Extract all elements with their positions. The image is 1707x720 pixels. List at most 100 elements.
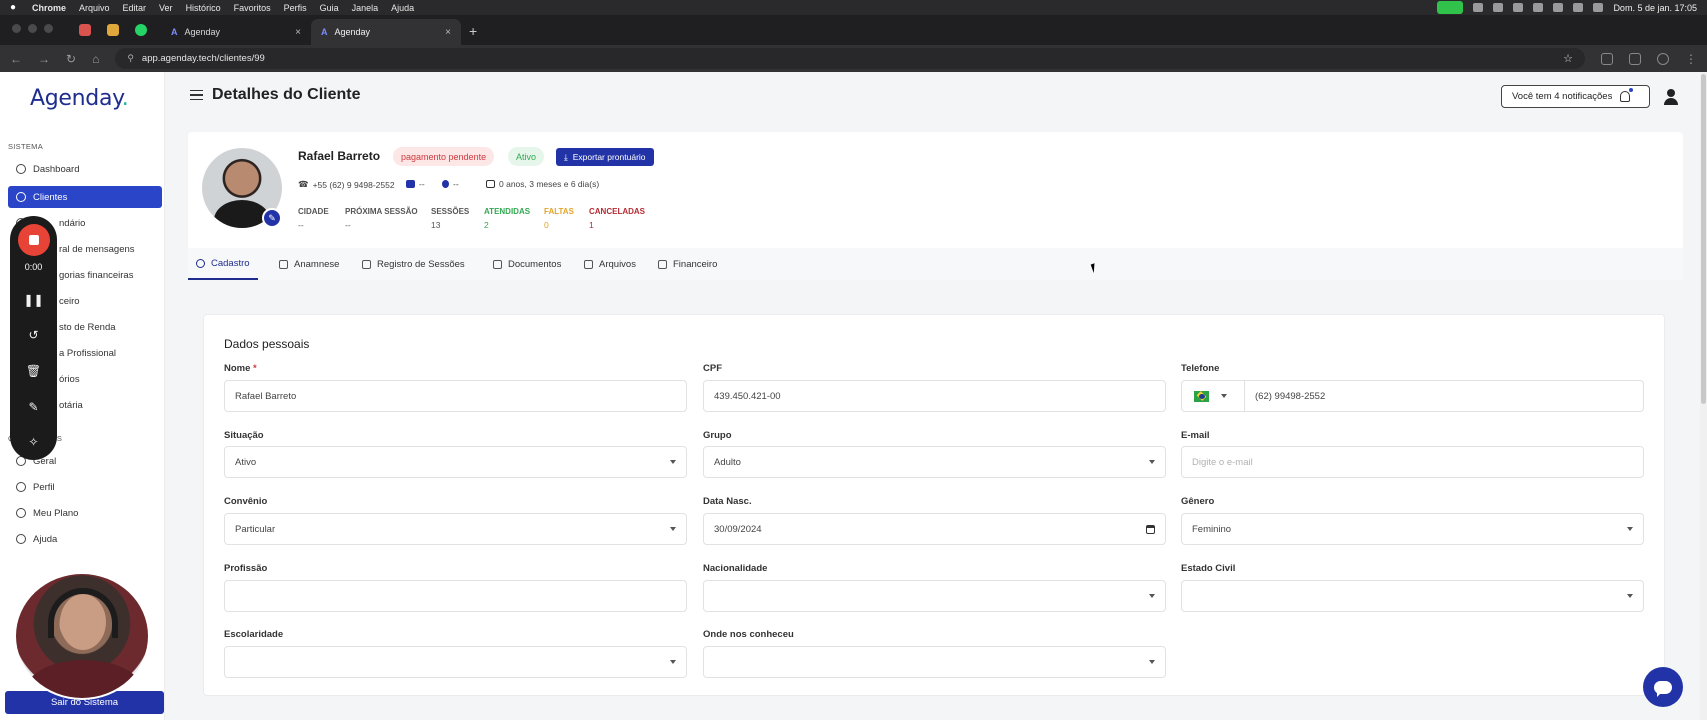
sidebar-item-label: Perfil <box>33 481 55 493</box>
export-record-button[interactable]: ⤓ Exportar prontuário <box>556 148 654 166</box>
minimize-window-icon[interactable] <box>28 24 37 33</box>
sidebar-item-label: Dashboard <box>33 163 80 175</box>
tab-label: Financeiro <box>673 258 718 270</box>
menu-ver[interactable]: Ver <box>159 3 173 13</box>
wifi-icon[interactable] <box>1553 3 1564 12</box>
cpf-input[interactable]: 439.450.421-00 <box>703 380 1166 412</box>
chat-support-button[interactable] <box>1643 667 1683 707</box>
genero-value: Feminino <box>1192 523 1232 535</box>
download-icon[interactable] <box>1629 52 1641 65</box>
menu-toggle-icon[interactable] <box>190 90 203 100</box>
sidebar-item-ajuda[interactable]: Ajuda <box>8 528 162 550</box>
trash-icon[interactable]: 🗑 <box>26 353 41 389</box>
battery-icon[interactable] <box>1533 3 1544 12</box>
notifications-button[interactable]: Você tem 4 notificações <box>1501 85 1650 108</box>
close-tab-icon[interactable]: × <box>295 27 301 38</box>
apple-icon[interactable]: ● <box>10 2 20 13</box>
menu-kebab-icon[interactable]: ⋮ <box>1685 52 1697 66</box>
agenday-logo[interactable]: Agenday. <box>30 86 129 111</box>
extensions-icon[interactable] <box>1601 52 1613 65</box>
back-icon[interactable]: ← <box>10 52 22 66</box>
menu-janela[interactable]: Janela <box>352 3 379 13</box>
calendar-icon[interactable] <box>1146 524 1155 534</box>
phone-icon: ☎ <box>298 179 309 189</box>
profissao-input[interactable] <box>224 580 687 612</box>
situacao-select[interactable]: Ativo <box>224 446 687 478</box>
pen-icon[interactable]: ✎ <box>28 389 38 425</box>
maximize-window-icon[interactable] <box>44 24 53 33</box>
escolaridade-select[interactable] <box>224 646 687 678</box>
menu-favoritos[interactable]: Favoritos <box>234 3 271 13</box>
profile-icon[interactable] <box>1657 52 1669 65</box>
genero-select[interactable]: Feminino <box>1181 513 1644 545</box>
pinned-tab-icon[interactable] <box>107 24 119 36</box>
menu-app[interactable]: Chrome <box>32 3 66 13</box>
tab-financeiro[interactable]: Financeiro <box>650 248 725 280</box>
close-tab-icon[interactable]: × <box>445 27 451 38</box>
menu-perfis[interactable]: Perfis <box>284 3 307 13</box>
pinned-tab-icon[interactable] <box>79 24 91 36</box>
scrollbar-thumb[interactable] <box>1701 74 1706 404</box>
estado-civil-select[interactable] <box>1181 580 1644 612</box>
extension-icon[interactable] <box>1493 3 1504 12</box>
country-code-select[interactable] <box>1181 380 1245 412</box>
nacionalidade-select[interactable] <box>703 580 1166 612</box>
telefone-input[interactable]: (62) 99498-2552 <box>1245 380 1644 412</box>
stop-recording-button[interactable] <box>17 224 50 256</box>
tab-arquivos[interactable]: Arquivos <box>576 248 644 280</box>
chevron-down-icon <box>670 527 676 531</box>
search-icon[interactable] <box>1573 3 1584 12</box>
settings-icon[interactable] <box>1513 3 1524 12</box>
home-icon[interactable]: ⌂ <box>92 52 99 66</box>
reload-icon[interactable]: ↻ <box>66 52 76 66</box>
audio-icon[interactable] <box>1473 3 1484 12</box>
stat-value: 13 <box>431 220 441 230</box>
tab-registro-sessoes[interactable]: Registro de Sessões <box>354 248 473 280</box>
site-info-icon[interactable]: ⚲ <box>127 53 134 64</box>
browser-tab-active[interactable]: A Agenday × <box>311 19 461 45</box>
close-window-icon[interactable] <box>12 24 21 33</box>
page-scrollbar[interactable] <box>1700 72 1707 720</box>
email-input[interactable]: Digite o e-mail <box>1181 446 1644 478</box>
browser-tab[interactable]: A Agenday × <box>161 19 311 45</box>
control-center-icon[interactable] <box>1593 3 1604 12</box>
tab-documentos[interactable]: Documentos <box>485 248 569 280</box>
menu-historico[interactable]: Histórico <box>186 3 221 13</box>
menu-editar[interactable]: Editar <box>123 3 147 13</box>
sidebar-item-clientes[interactable]: Clientes <box>8 186 162 208</box>
edit-avatar-button[interactable]: ✎ <box>262 208 282 228</box>
restart-icon[interactable]: ↺ <box>28 317 38 353</box>
grupo-label: Grupo <box>703 430 732 441</box>
section-title: Dados pessoais <box>224 337 310 351</box>
webcam-bubble[interactable] <box>14 572 150 700</box>
onde-select[interactable] <box>703 646 1166 678</box>
sidebar-item-dashboard[interactable]: Dashboard <box>8 158 162 180</box>
menu-arquivo[interactable]: Arquivo <box>79 3 110 13</box>
nasc-date-input[interactable]: 30/09/2024 <box>703 513 1166 545</box>
sidebar-item-perfil[interactable]: Perfil <box>8 476 162 498</box>
menu-guia[interactable]: Guia <box>320 3 339 13</box>
user-account-icon[interactable] <box>1664 89 1678 105</box>
client-email: -- <box>406 179 425 189</box>
tab-cadastro[interactable]: Cadastro <box>188 248 258 280</box>
help-icon <box>16 534 26 544</box>
recording-status-icon[interactable] <box>1437 1 1464 14</box>
grupo-select[interactable]: Adulto <box>703 446 1166 478</box>
bookmark-star-icon[interactable]: ☆ <box>1563 52 1573 65</box>
tab-anamnese[interactable]: Anamnese <box>271 248 347 280</box>
nome-input[interactable]: Rafael Barreto <box>224 380 687 412</box>
whatsapp-icon[interactable] <box>135 24 147 36</box>
status-badge: Ativo <box>508 147 545 166</box>
url-text[interactable]: app.agenday.tech/clientes/99 <box>142 53 265 64</box>
convenio-select[interactable]: Particular <box>224 513 687 545</box>
menu-ajuda[interactable]: Ajuda <box>391 3 414 13</box>
clock[interactable]: Dom. 5 de jan. 17:05 <box>1613 3 1697 13</box>
address-bar[interactable]: ⚲ app.agenday.tech/clientes/99 ☆ <box>115 48 1585 69</box>
pause-icon[interactable]: ❚❚ <box>23 282 43 318</box>
sidebar-item-meu-plano[interactable]: Meu Plano <box>8 502 162 524</box>
effects-icon[interactable]: ✧ <box>28 424 38 460</box>
new-tab-icon[interactable]: + <box>461 23 487 45</box>
stat-value: -- <box>298 220 304 230</box>
forward-icon[interactable]: → <box>38 52 50 66</box>
sidebar-item-label: órios <box>59 373 80 385</box>
